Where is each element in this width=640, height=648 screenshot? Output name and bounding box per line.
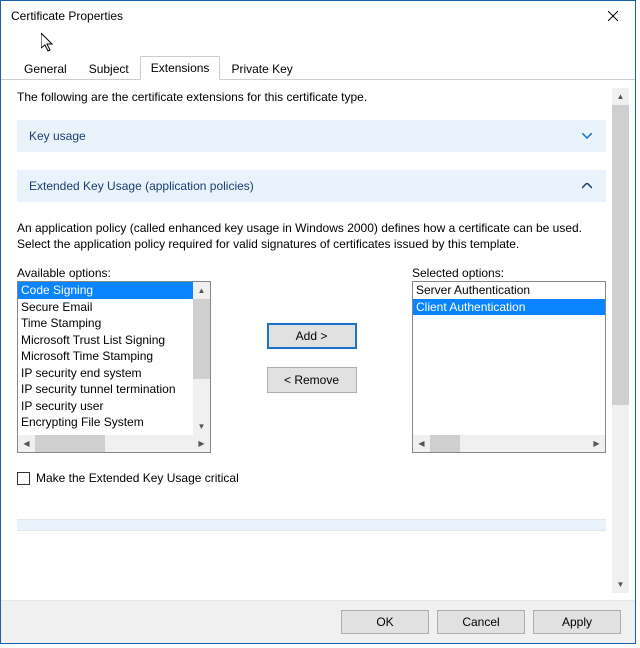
add-button[interactable]: Add > <box>267 323 357 349</box>
chevron-up-icon <box>582 181 592 192</box>
selected-label: Selected options: <box>412 266 606 280</box>
remove-button[interactable]: < Remove <box>267 367 357 393</box>
available-listbox[interactable]: Code Signing Secure Email Time Stamping … <box>17 281 211 453</box>
tab-extensions[interactable]: Extensions <box>140 56 221 80</box>
list-item[interactable]: Secure Email <box>18 299 193 316</box>
list-item[interactable]: IP security tunnel termination <box>18 381 193 398</box>
scroll-up-icon[interactable]: ▲ <box>193 282 210 299</box>
close-button[interactable] <box>591 1 635 31</box>
intro-text: The following are the certificate extens… <box>17 88 606 104</box>
window-title: Certificate Properties <box>11 9 123 23</box>
tab-private-key[interactable]: Private Key <box>220 57 303 80</box>
tab-general[interactable]: General <box>13 57 78 80</box>
dialog-footer: OK Cancel Apply <box>1 600 635 643</box>
section-eku[interactable]: Extended Key Usage (application policies… <box>17 170 606 202</box>
critical-checkbox-label: Make the Extended Key Usage critical <box>36 471 239 485</box>
critical-checkbox[interactable] <box>17 472 30 485</box>
section-key-usage-title: Key usage <box>29 129 86 143</box>
available-vscrollbar[interactable]: ▲ ▼ <box>193 282 210 435</box>
ok-button[interactable]: OK <box>341 610 429 634</box>
scroll-thumb[interactable] <box>193 299 210 379</box>
transfer-buttons: Add > < Remove <box>211 266 412 411</box>
dialog-window: Certificate Properties General Subject E… <box>0 0 636 644</box>
list-item[interactable]: IP security user <box>18 398 193 415</box>
selected-hscrollbar[interactable]: ◀ ▶ <box>413 435 605 452</box>
available-label: Available options: <box>17 266 211 280</box>
scroll-right-icon[interactable]: ▶ <box>588 435 605 452</box>
eku-lists: Available options: Code Signing Secure E… <box>17 266 606 453</box>
available-hscrollbar[interactable]: ◀ ▶ <box>18 435 210 452</box>
section-eku-title: Extended Key Usage (application policies… <box>29 179 254 193</box>
scroll-right-icon[interactable]: ▶ <box>193 435 210 452</box>
available-column: Available options: Code Signing Secure E… <box>17 266 211 453</box>
tab-bar: General Subject Extensions Private Key <box>1 53 635 80</box>
selected-listbox[interactable]: Server Authentication Client Authenticat… <box>412 281 606 453</box>
chevron-down-icon <box>582 131 592 142</box>
section-key-usage[interactable]: Key usage <box>17 120 606 152</box>
apply-button[interactable]: Apply <box>533 610 621 634</box>
tab-body: The following are the certificate extens… <box>1 80 635 593</box>
eku-description: An application policy (called enhanced k… <box>17 220 606 252</box>
list-item[interactable]: Server Authentication <box>413 282 605 299</box>
scroll-up-icon[interactable]: ▲ <box>612 88 629 105</box>
list-item[interactable]: IP security end system <box>18 365 193 382</box>
list-item[interactable]: Microsoft Trust List Signing <box>18 332 193 349</box>
critical-checkbox-row: Make the Extended Key Usage critical <box>17 471 606 485</box>
scroll-thumb[interactable] <box>612 105 629 405</box>
scroll-left-icon[interactable]: ◀ <box>18 435 35 452</box>
selected-column: Selected options: Server Authentication … <box>412 266 606 453</box>
close-icon <box>608 11 618 21</box>
mouse-cursor-icon <box>41 33 57 55</box>
list-item[interactable]: Client Authentication <box>413 299 605 316</box>
section-partial[interactable] <box>17 519 606 531</box>
scroll-down-icon[interactable]: ▼ <box>612 576 629 593</box>
scroll-down-icon[interactable]: ▼ <box>193 418 210 435</box>
titlebar: Certificate Properties <box>1 1 635 31</box>
list-item[interactable]: Time Stamping <box>18 315 193 332</box>
scroll-thumb[interactable] <box>35 435 105 452</box>
list-item[interactable]: Microsoft Time Stamping <box>18 348 193 365</box>
scroll-left-icon[interactable]: ◀ <box>413 435 430 452</box>
body-vscrollbar[interactable]: ▲ ▼ <box>612 88 629 593</box>
cancel-button[interactable]: Cancel <box>437 610 525 634</box>
scroll-thumb[interactable] <box>430 435 460 452</box>
list-item[interactable]: Encrypting File System <box>18 414 193 431</box>
list-item[interactable]: Code Signing <box>18 282 193 299</box>
tab-subject[interactable]: Subject <box>78 57 140 80</box>
